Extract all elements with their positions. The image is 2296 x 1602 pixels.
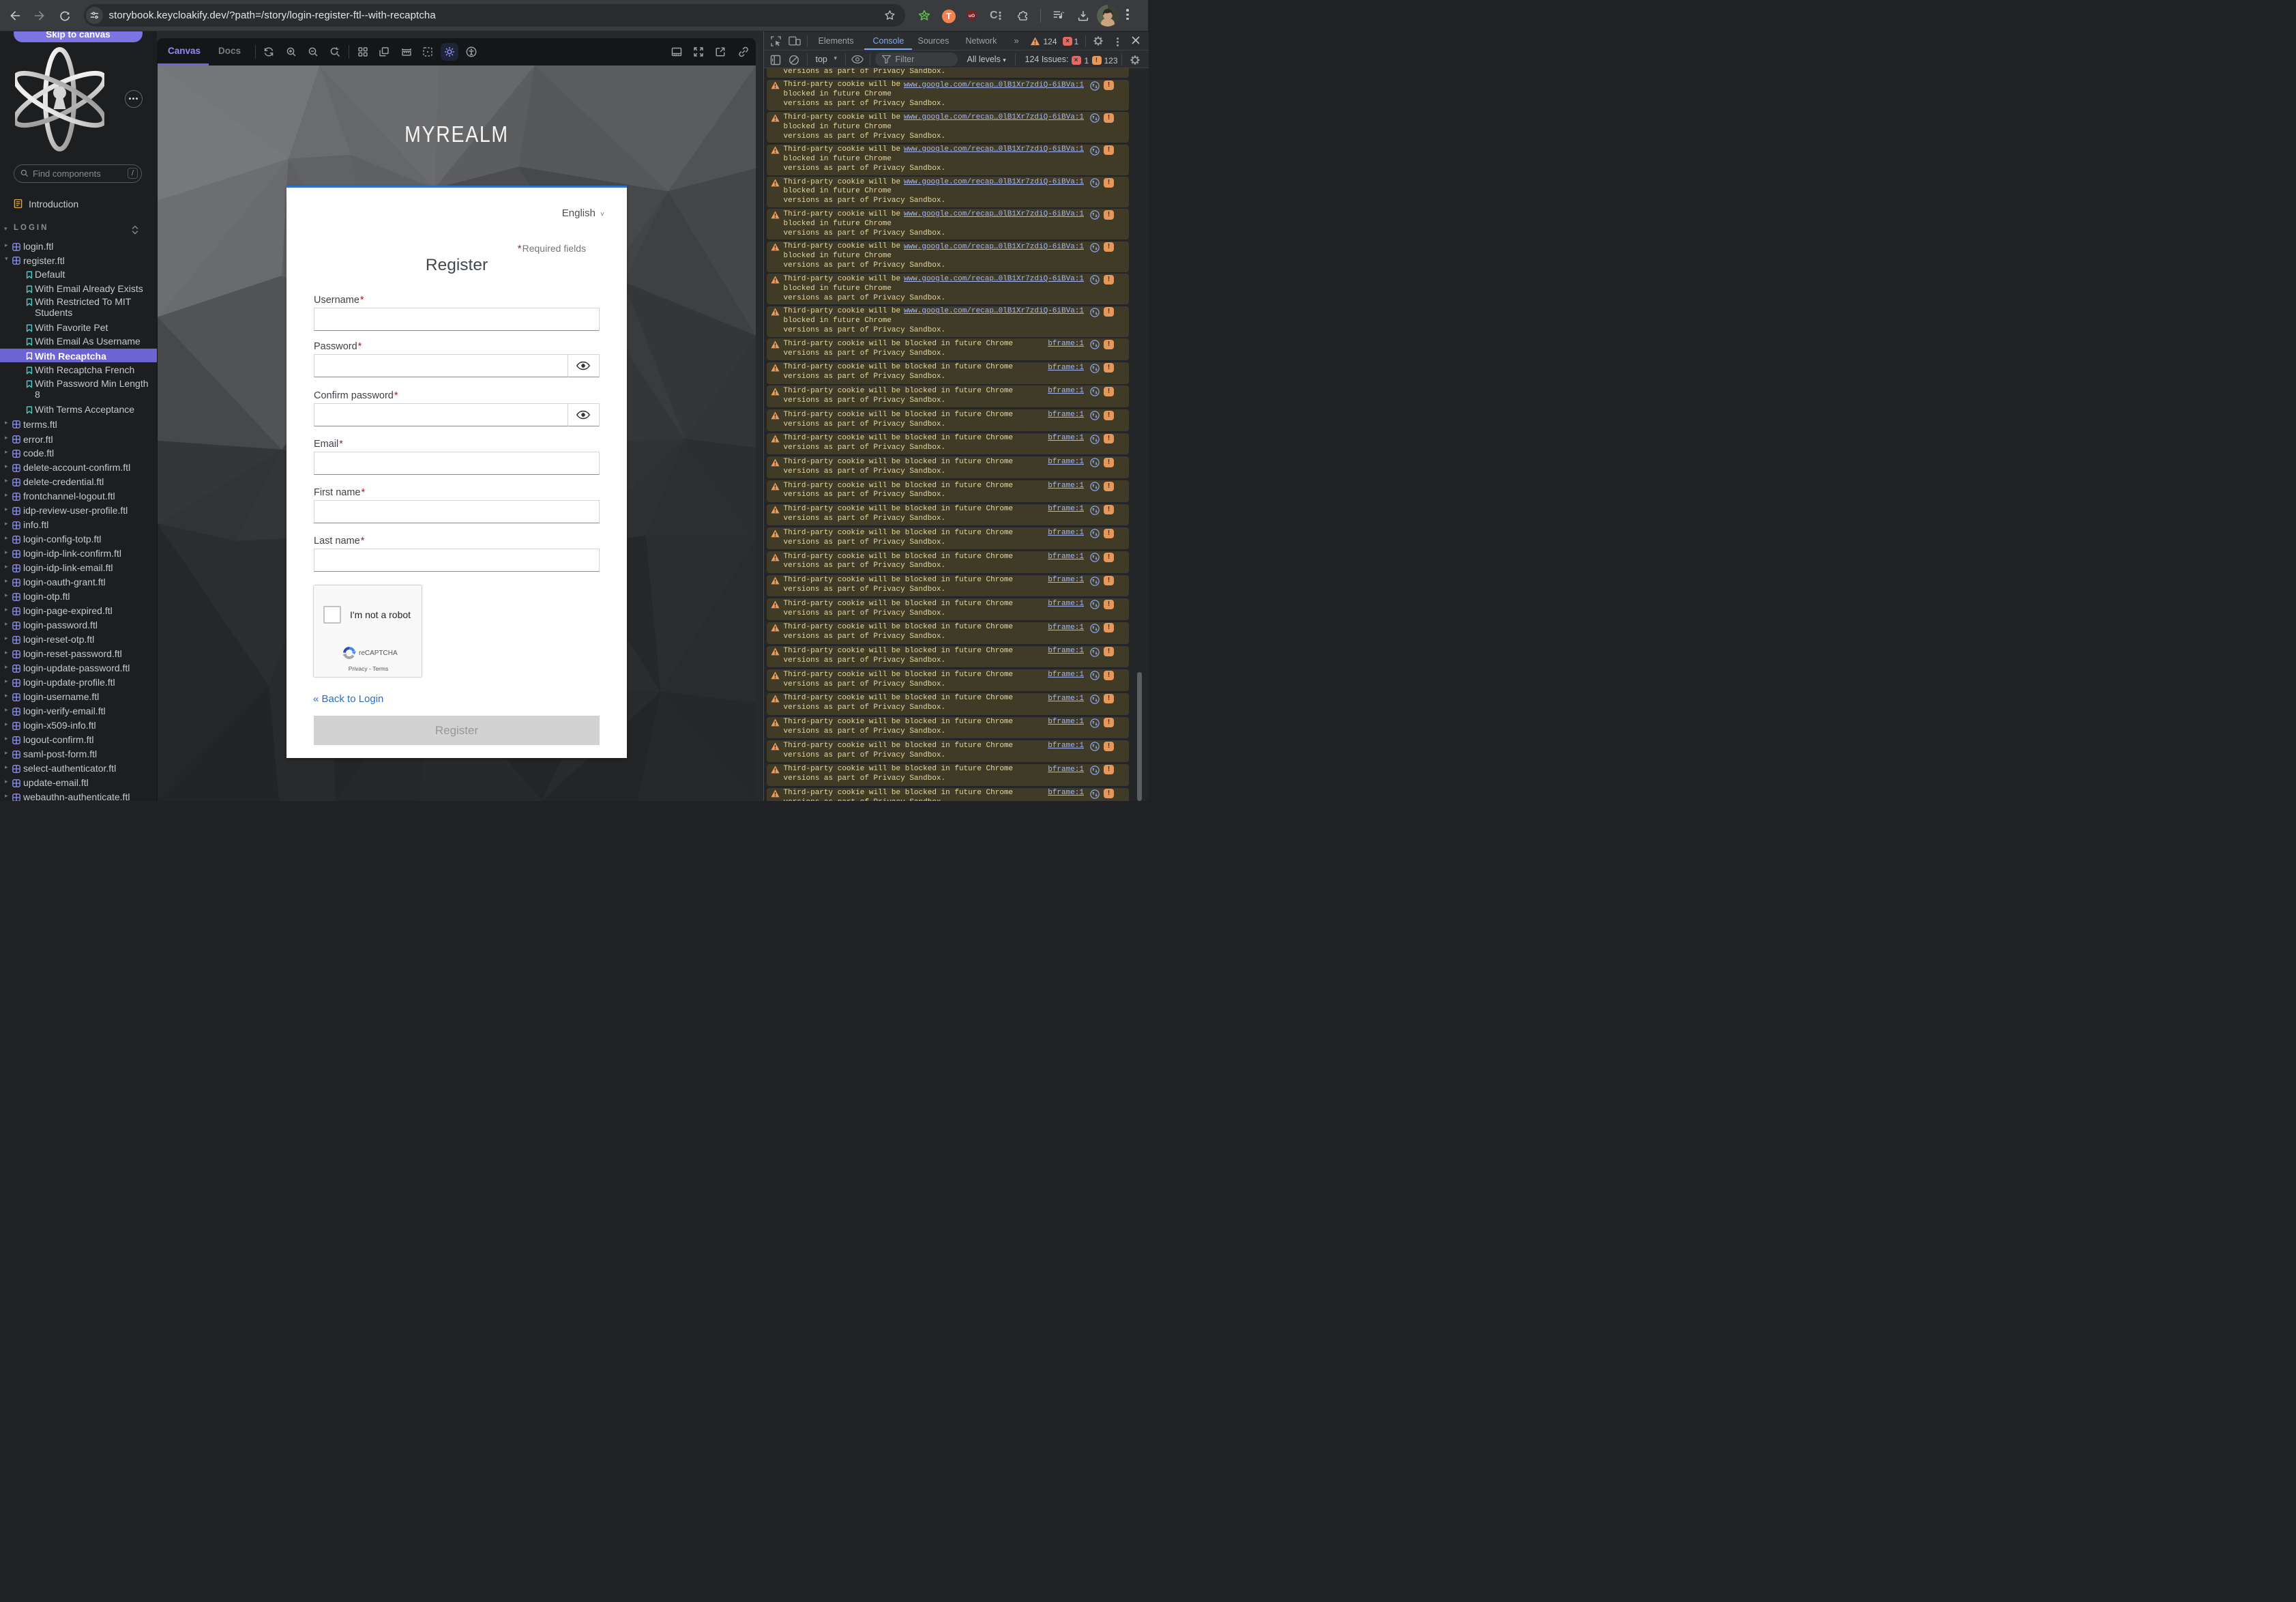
svg-text:uO: uO [969,14,975,18]
